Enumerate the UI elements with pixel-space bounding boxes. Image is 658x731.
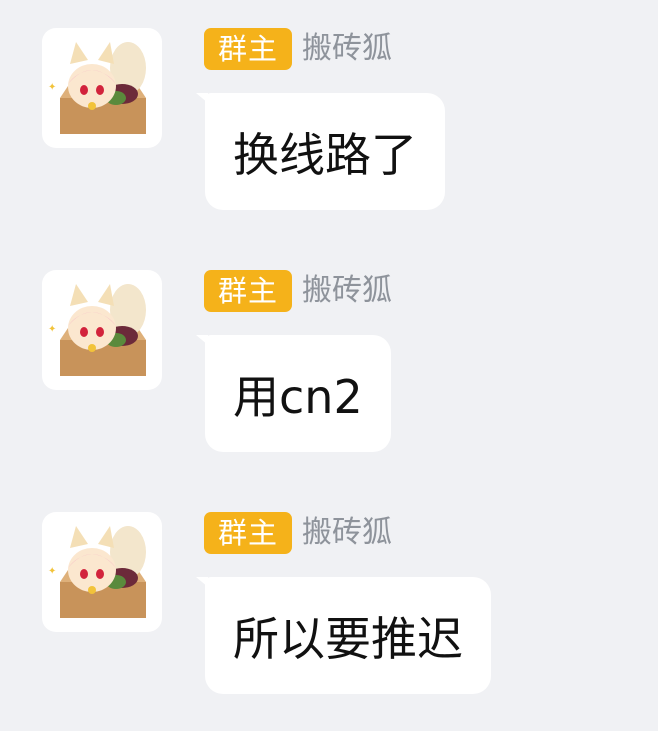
sender-name[interactable]: 搬砖狐 — [302, 512, 392, 554]
owner-badge: 群主 — [204, 512, 293, 554]
svg-text:✦: ✦ — [48, 82, 56, 93]
sender-row: 群主 搬砖狐 — [204, 512, 392, 554]
fox-girl-avatar-icon: ✦ — [48, 526, 146, 618]
sender-row: 群主 搬砖狐 — [204, 270, 392, 312]
owner-badge: 群主 — [204, 28, 293, 70]
svg-text:✦: ✦ — [48, 324, 56, 335]
message-bubble[interactable]: 所以要推迟 — [205, 577, 491, 694]
message-text: 换线路了 — [233, 127, 417, 182]
sender-row: 群主 搬砖狐 — [204, 28, 392, 70]
sender-name[interactable]: 搬砖狐 — [302, 28, 392, 70]
sender-name[interactable]: 搬砖狐 — [302, 270, 392, 312]
svg-text:✦: ✦ — [48, 566, 56, 577]
owner-badge: 群主 — [204, 270, 293, 312]
chat-message: ✦ 群主 搬砖狐 用cn2 — [0, 242, 658, 452]
message-text: 所以要推迟 — [233, 611, 463, 666]
message-bubble[interactable]: 用cn2 — [205, 335, 391, 452]
avatar[interactable]: ✦ — [42, 270, 162, 390]
fox-girl-avatar-icon: ✦ — [48, 42, 146, 134]
message-bubble[interactable]: 换线路了 — [205, 93, 445, 210]
avatar[interactable]: ✦ — [42, 512, 162, 632]
fox-girl-avatar-icon: ✦ — [48, 284, 146, 376]
avatar[interactable]: ✦ — [42, 28, 162, 148]
message-text: 用cn2 — [233, 369, 363, 424]
chat-message: ✦ 群主 搬砖狐 换线路了 — [0, 0, 658, 210]
chat-message: ✦ 群主 搬砖狐 所以要推迟 — [0, 484, 658, 694]
